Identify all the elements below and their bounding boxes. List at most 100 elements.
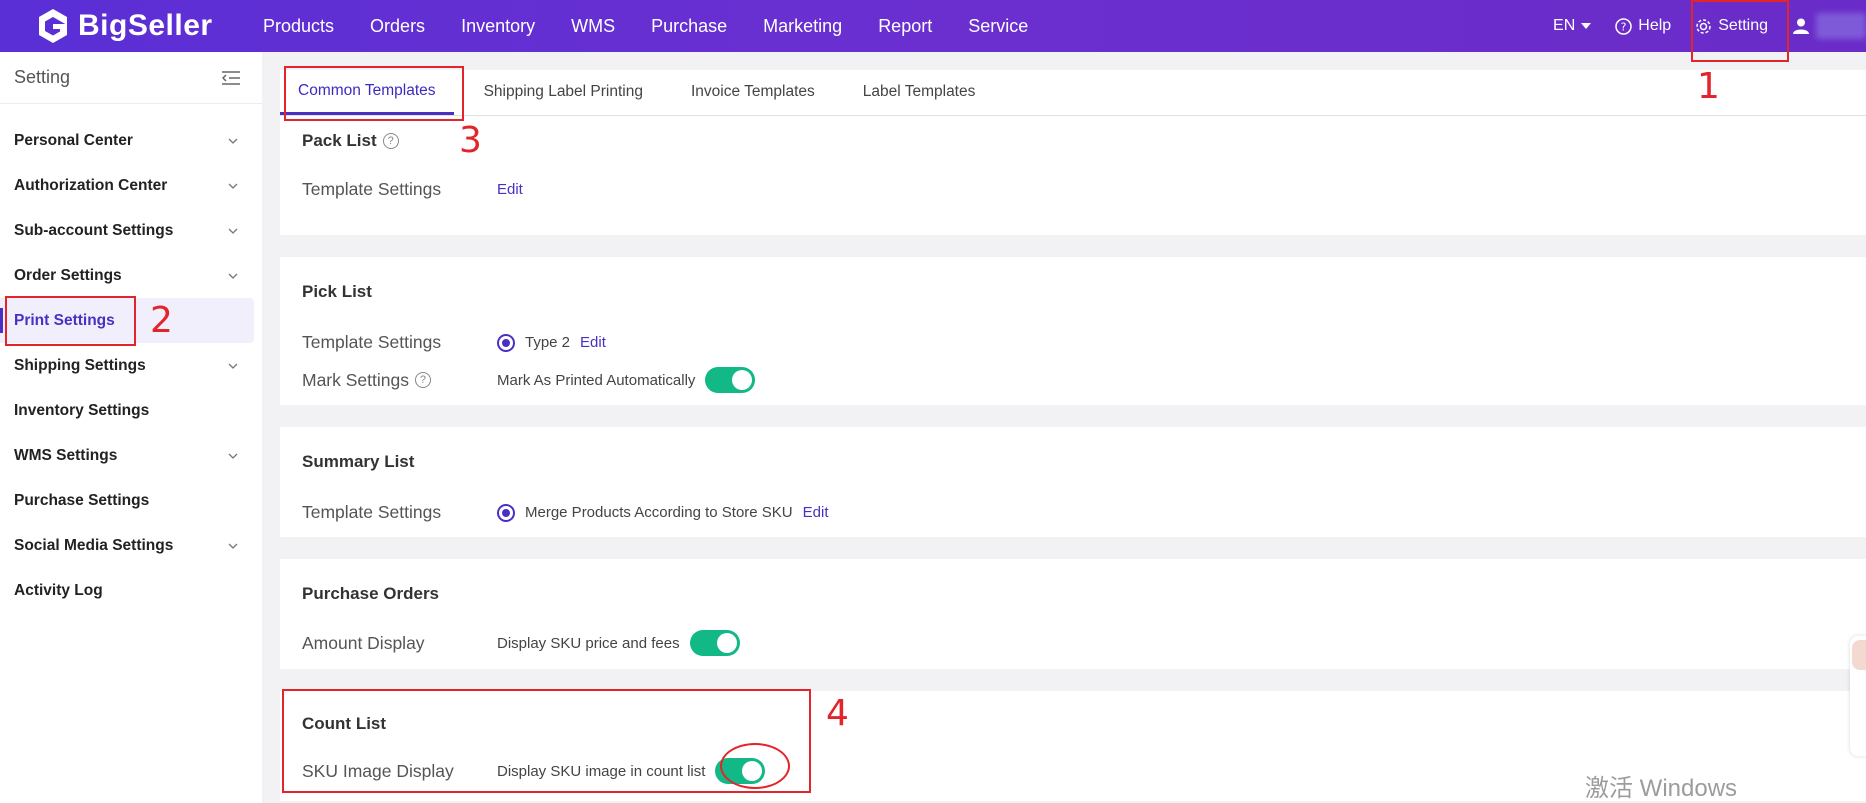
template-settings-label: Template Settings bbox=[302, 332, 442, 352]
sidebar-header: Setting bbox=[0, 52, 262, 104]
template-settings-label: Template Settings bbox=[302, 502, 442, 522]
nav-orders[interactable]: Orders bbox=[370, 16, 425, 37]
mark-settings-text: Mark Settings bbox=[302, 369, 409, 390]
support-avatar-icon[interactable] bbox=[1852, 640, 1866, 670]
amount-display-value: Display SKU price and fees bbox=[497, 630, 740, 656]
amount-display-text: Display SKU price and fees bbox=[497, 634, 680, 652]
chevron-down-icon bbox=[228, 228, 238, 234]
sidebar-item-authorization-center[interactable]: Authorization Center bbox=[0, 163, 262, 208]
purchase-orders-title: Purchase Orders bbox=[302, 584, 440, 603]
sidebar-item-personal-center[interactable]: Personal Center bbox=[0, 118, 262, 163]
nav-inventory[interactable]: Inventory bbox=[461, 16, 535, 37]
sidebar-item-wms-settings[interactable]: WMS Settings bbox=[0, 433, 262, 478]
nav-service[interactable]: Service bbox=[968, 16, 1028, 37]
sidebar-item-label: Social Media Settings bbox=[14, 536, 174, 554]
template-value: Type 2 Edit bbox=[497, 333, 606, 352]
sidebar-item-label: Inventory Settings bbox=[14, 401, 150, 419]
tab-shipping-label-printing[interactable]: Shipping Label Printing bbox=[466, 69, 661, 115]
template-settings-row: Template Settings Merge Products Accordi… bbox=[302, 502, 1844, 523]
annotation-number-4: 4 bbox=[826, 693, 849, 734]
bigseller-logo[interactable]: BigSeller bbox=[36, 6, 213, 46]
edit-link[interactable]: Edit bbox=[497, 181, 523, 198]
sidebar-item-label: Activity Log bbox=[14, 581, 103, 599]
nav-marketing[interactable]: Marketing bbox=[763, 16, 842, 37]
chevron-down-icon bbox=[228, 543, 238, 549]
section-title: Pack List ? bbox=[302, 131, 1844, 151]
mark-value: Mark As Printed Automatically bbox=[497, 367, 756, 393]
sidebar-item-purchase-settings[interactable]: Purchase Settings bbox=[0, 478, 262, 523]
logo-text: BigSeller bbox=[78, 9, 213, 42]
template-settings-row: Template Settings Type 2 Edit bbox=[302, 332, 1844, 353]
sidebar-item-label: Authorization Center bbox=[14, 176, 168, 194]
chevron-down-icon bbox=[228, 183, 238, 189]
radio-selected-icon[interactable] bbox=[497, 333, 515, 352]
main-nav: Products Orders Inventory WMS Purchase M… bbox=[263, 0, 1064, 52]
sidebar-item-activity-log[interactable]: Activity Log bbox=[0, 568, 262, 613]
sidebar-item-label: Personal Center bbox=[14, 131, 133, 149]
sidebar-menu: Personal Center Authorization Center Sub… bbox=[0, 104, 262, 613]
edit-link[interactable]: Edit bbox=[803, 504, 829, 521]
tab-invoice-templates[interactable]: Invoice Templates bbox=[673, 69, 833, 115]
annotation-number-3: 3 bbox=[459, 120, 482, 161]
annotation-box-common-templates bbox=[284, 66, 464, 121]
template-settings-label: Template Settings bbox=[302, 179, 442, 199]
merge-products-text: Merge Products According to Store SKU bbox=[525, 504, 793, 521]
pack-list-title: Pack List bbox=[302, 131, 377, 150]
annotation-number-2: 2 bbox=[150, 300, 173, 341]
sidebar-title: Setting bbox=[14, 67, 71, 87]
help-icon[interactable]: ? bbox=[414, 372, 431, 388]
pack-list-section: Pack List ? Template Settings Edit bbox=[280, 116, 1866, 235]
radio-selected-icon[interactable] bbox=[497, 503, 515, 522]
amount-display-label: Amount Display bbox=[302, 632, 425, 653]
sidebar-item-inventory-settings[interactable]: Inventory Settings bbox=[0, 388, 262, 433]
template-type-text: Type 2 bbox=[525, 334, 571, 351]
caret-down-icon bbox=[1581, 23, 1592, 29]
help-icon[interactable]: ? bbox=[382, 133, 399, 149]
chevron-down-icon bbox=[228, 453, 238, 459]
sidebar-item-social-media-settings[interactable]: Social Media Settings bbox=[0, 523, 262, 568]
summary-list-section: Summary List Template Settings Merge Pro… bbox=[280, 427, 1866, 537]
mark-settings-row: Mark Settings ? Mark As Printed Automati… bbox=[302, 367, 1844, 393]
chevron-down-icon bbox=[228, 138, 238, 144]
mark-printed-toggle[interactable] bbox=[705, 367, 756, 393]
chevron-down-icon bbox=[228, 273, 238, 279]
top-navigation-bar: BigSeller Products Orders Inventory WMS … bbox=[0, 0, 1866, 52]
annotation-box-print-settings bbox=[5, 296, 136, 346]
sidebar-item-sub-account-settings[interactable]: Sub-account Settings bbox=[0, 208, 262, 253]
tab-label-templates[interactable]: Label Templates bbox=[845, 69, 994, 115]
sidebar-item-label: Shipping Settings bbox=[14, 356, 146, 374]
pick-list-section: Pick List Template Settings Type 2 Edit … bbox=[280, 257, 1866, 405]
nav-purchase[interactable]: Purchase bbox=[651, 16, 727, 37]
user-menu[interactable] bbox=[1792, 13, 1866, 39]
amount-display-toggle[interactable] bbox=[689, 630, 740, 656]
print-settings-tabs: Common Templates Shipping Label Printing… bbox=[280, 70, 1866, 116]
pick-list-title: Pick List bbox=[302, 282, 372, 301]
username-redacted bbox=[1816, 13, 1866, 39]
help-label: Help bbox=[1638, 17, 1672, 34]
help-icon: ? bbox=[1615, 17, 1633, 35]
sidebar-item-order-settings[interactable]: Order Settings bbox=[0, 253, 262, 298]
user-icon bbox=[1793, 18, 1809, 34]
annotation-box-setting bbox=[1691, 0, 1789, 62]
collapse-menu-icon[interactable] bbox=[222, 70, 240, 85]
sidebar-item-label: WMS Settings bbox=[14, 446, 118, 464]
nav-wms[interactable]: WMS bbox=[571, 16, 615, 37]
amount-display-row: Amount Display Display SKU price and fee… bbox=[302, 630, 1844, 656]
edit-link[interactable]: Edit bbox=[580, 334, 606, 351]
help-button[interactable]: ? Help bbox=[1615, 17, 1671, 35]
mark-printed-text: Mark As Printed Automatically bbox=[497, 371, 696, 389]
logo-icon bbox=[39, 9, 67, 43]
mark-settings-label: Mark Settings ? bbox=[302, 370, 497, 391]
sidebar-item-label: Order Settings bbox=[14, 266, 122, 284]
nav-report[interactable]: Report bbox=[878, 16, 932, 37]
language-selector[interactable]: EN bbox=[1553, 17, 1592, 35]
windows-activation-watermark: 激活 Windows bbox=[1585, 775, 1738, 802]
sidebar-item-shipping-settings[interactable]: Shipping Settings bbox=[0, 343, 262, 388]
svg-text:?: ? bbox=[1621, 20, 1627, 33]
template-settings-row: Template Settings Edit bbox=[302, 179, 1844, 200]
annotation-number-1: 1 bbox=[1697, 66, 1720, 107]
annotation-circle-toggle bbox=[720, 743, 790, 789]
settings-sidebar: Setting Personal Center Authorization Ce… bbox=[0, 52, 262, 803]
nav-products[interactable]: Products bbox=[263, 16, 334, 37]
summary-list-title: Summary List bbox=[302, 452, 415, 471]
